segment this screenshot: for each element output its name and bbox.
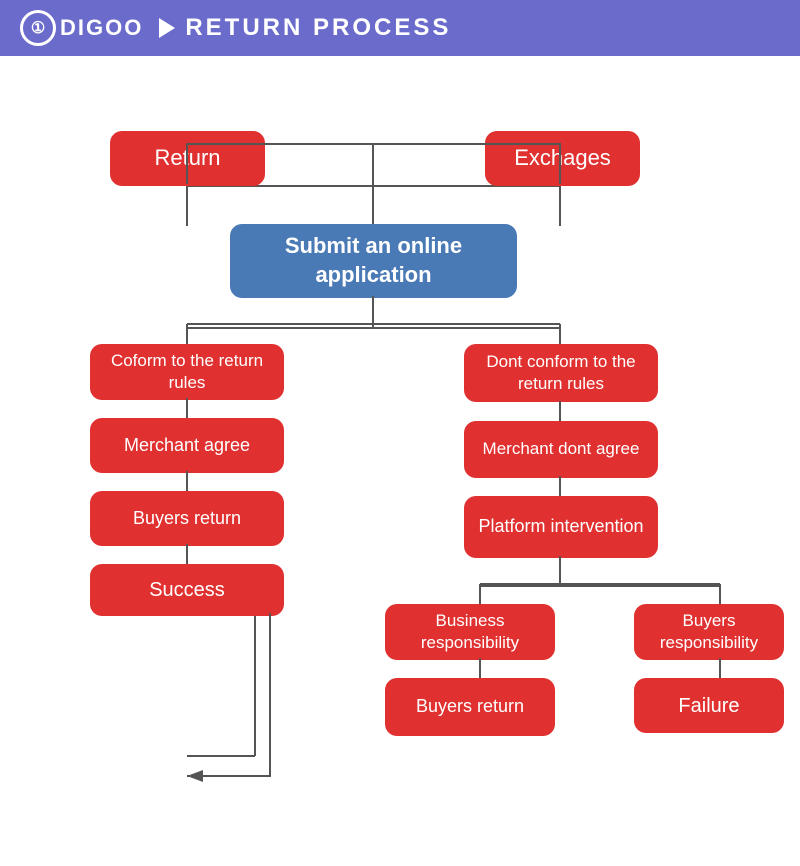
merchant-agree-box: Merchant agree bbox=[90, 418, 284, 473]
buyers-resp-box: Buyers responsibility bbox=[634, 604, 784, 660]
success-box: Success bbox=[90, 564, 284, 616]
buyers-return-left-box: Buyers return bbox=[90, 491, 284, 546]
business-resp-box: Business responsibility bbox=[385, 604, 555, 660]
header: ① DIGOO RETURN PROCESS bbox=[0, 0, 800, 56]
dont-conform-box: Dont conform to the return rules bbox=[464, 344, 658, 402]
exchanges-box: Exchages bbox=[485, 131, 640, 186]
platform-box: Platform intervention bbox=[464, 496, 658, 558]
logo-icon: ① bbox=[20, 10, 56, 46]
submit-box: Submit an online application bbox=[230, 224, 517, 298]
flowchart-content: Return Exchages Submit an online applica… bbox=[0, 56, 800, 866]
return-box: Return bbox=[110, 131, 265, 186]
buyers-return-right-box: Buyers return bbox=[385, 678, 555, 736]
conform-box: Coform to the return rules bbox=[90, 344, 284, 400]
merchant-dont-box: Merchant dont agree bbox=[464, 421, 658, 478]
failure-box: Failure bbox=[634, 678, 784, 733]
logo-text: DIGOO bbox=[60, 15, 143, 41]
play-icon bbox=[159, 18, 175, 38]
flowchart: Return Exchages Submit an online applica… bbox=[30, 76, 770, 846]
logo: ① DIGOO bbox=[20, 10, 143, 46]
header-title: RETURN PROCESS bbox=[159, 14, 451, 42]
